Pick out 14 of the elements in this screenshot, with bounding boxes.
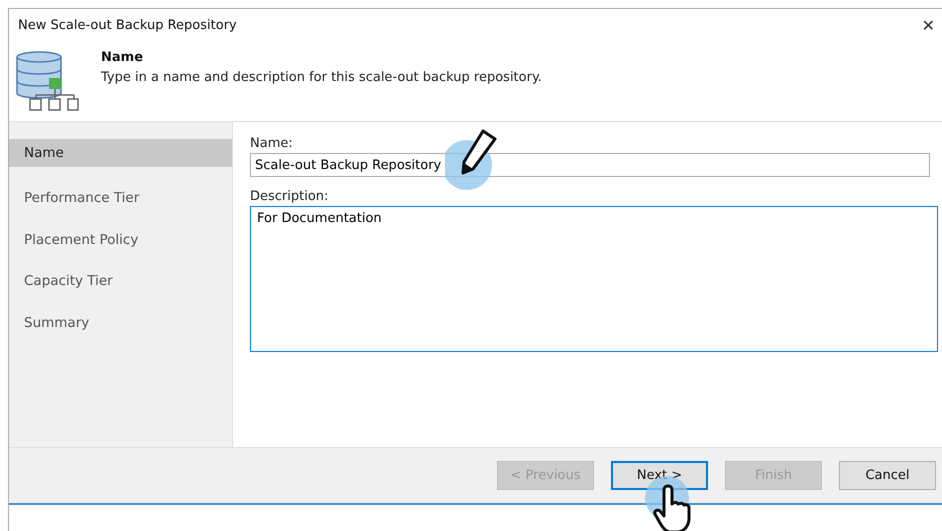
name-label: Name: xyxy=(250,136,293,151)
description-field[interactable]: For Documentation xyxy=(250,206,938,352)
page-title: Name xyxy=(101,50,144,65)
page-description: Type in a name and description for this scale-out backup repository. xyxy=(101,70,542,85)
wizard-step[interactable]: Name xyxy=(9,139,232,167)
wizard-step[interactable]: Capacity Tier xyxy=(9,264,232,298)
wizard-button[interactable]: Cancel xyxy=(839,461,936,490)
wizard-step[interactable]: Placement Policy xyxy=(9,222,232,256)
database-network-icon xyxy=(15,49,79,111)
wizard-step[interactable]: Summary xyxy=(9,306,232,340)
window-title: New Scale-out Backup Repository xyxy=(18,18,237,32)
description-label: Description: xyxy=(250,189,328,204)
wizard-step[interactable]: Performance Tier xyxy=(9,181,232,215)
close-button[interactable]: ✕ xyxy=(914,16,942,34)
